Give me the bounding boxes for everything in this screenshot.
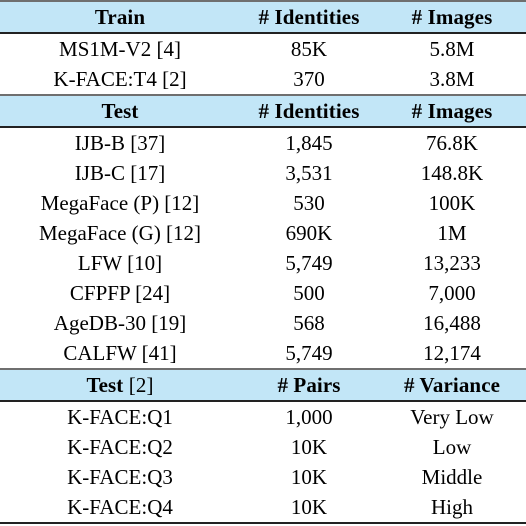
dataset-variance: Middle bbox=[378, 462, 526, 492]
section-header-test-col1: Test bbox=[0, 94, 240, 128]
dataset-name: K-FACE:Q1 bbox=[0, 401, 240, 432]
table-row: MegaFace (P) [12] 530 100K bbox=[0, 188, 526, 218]
section-header-test-pairs-col2: # Pairs bbox=[240, 368, 378, 402]
dataset-pairs: 10K bbox=[240, 492, 378, 523]
table-body: Train # Identities # Images MS1M-V2 [4] … bbox=[0, 0, 526, 525]
dataset-images: 100K bbox=[378, 188, 526, 218]
dataset-variance: Low bbox=[378, 432, 526, 462]
table-row: K-FACE:Q1 1,000 Very Low bbox=[0, 401, 526, 432]
table-bottom-rule bbox=[0, 522, 526, 525]
dataset-name: IJB-C [17] bbox=[0, 158, 240, 188]
dataset-name: MS1M-V2 [4] bbox=[0, 33, 240, 64]
table-row: IJB-C [17] 3,531 148.8K bbox=[0, 158, 526, 188]
dataset-identities: 5,749 bbox=[240, 338, 378, 369]
dataset-name: K-FACE:T4 [2] bbox=[0, 64, 240, 95]
section-header-test-col3: # Images bbox=[378, 94, 526, 128]
dataset-name: CFPFP [24] bbox=[0, 278, 240, 308]
dataset-images: 5.8M bbox=[378, 33, 526, 64]
dataset-name: MegaFace (P) [12] bbox=[0, 188, 240, 218]
dataset-identities: 85K bbox=[240, 33, 378, 64]
dataset-images: 12,174 bbox=[378, 338, 526, 369]
dataset-identities: 690K bbox=[240, 218, 378, 248]
dataset-identities: 1,845 bbox=[240, 127, 378, 158]
dataset-images: 1M bbox=[378, 218, 526, 248]
dataset-identities: 568 bbox=[240, 308, 378, 338]
dataset-pairs: 10K bbox=[240, 432, 378, 462]
dataset-name: K-FACE:Q2 bbox=[0, 432, 240, 462]
dataset-images: 76.8K bbox=[378, 127, 526, 158]
table-row: LFW [10] 5,749 13,233 bbox=[0, 248, 526, 278]
dataset-pairs: 1,000 bbox=[240, 401, 378, 432]
section-header-test-pairs-col3: # Variance bbox=[378, 368, 526, 402]
table-row: CALFW [41] 5,749 12,174 bbox=[0, 338, 526, 369]
dataset-images: 7,000 bbox=[378, 278, 526, 308]
dataset-identities: 370 bbox=[240, 64, 378, 95]
dataset-identities: 500 bbox=[240, 278, 378, 308]
dataset-variance: Very Low bbox=[378, 401, 526, 432]
dataset-pairs: 10K bbox=[240, 462, 378, 492]
section-header-test-col2: # Identities bbox=[240, 94, 378, 128]
table-row: K-FACE:T4 [2] 370 3.8M bbox=[0, 64, 526, 95]
dataset-images: 13,233 bbox=[378, 248, 526, 278]
table-row: IJB-B [37] 1,845 76.8K bbox=[0, 127, 526, 158]
dataset-images: 3.8M bbox=[378, 64, 526, 95]
section-header-train-col1: Train bbox=[0, 0, 240, 34]
section-header-test-pairs: Test [2] # Pairs # Variance bbox=[0, 368, 526, 402]
dataset-variance: High bbox=[378, 492, 526, 523]
table-row: MS1M-V2 [4] 85K 5.8M bbox=[0, 33, 526, 64]
dataset-identities: 5,749 bbox=[240, 248, 378, 278]
section-header-test: Test # Identities # Images bbox=[0, 94, 526, 128]
dataset-summary-table-container: Train # Identities # Images MS1M-V2 [4] … bbox=[0, 0, 526, 526]
section-header-train-col3: # Images bbox=[378, 0, 526, 34]
dataset-name: CALFW [41] bbox=[0, 338, 240, 369]
table-row: AgeDB-30 [19] 568 16,488 bbox=[0, 308, 526, 338]
dataset-name: MegaFace (G) [12] bbox=[0, 218, 240, 248]
dataset-name: K-FACE:Q3 bbox=[0, 462, 240, 492]
section-header-test-pairs-col1-main: Test bbox=[86, 373, 124, 397]
table-row: CFPFP [24] 500 7,000 bbox=[0, 278, 526, 308]
section-header-train-col2: # Identities bbox=[240, 0, 378, 34]
dataset-name: AgeDB-30 [19] bbox=[0, 308, 240, 338]
section-header-train: Train # Identities # Images bbox=[0, 0, 526, 34]
section-header-test-pairs-col1-ref: [2] bbox=[123, 373, 154, 397]
table-row: MegaFace (G) [12] 690K 1M bbox=[0, 218, 526, 248]
dataset-summary-table: Train # Identities # Images MS1M-V2 [4] … bbox=[0, 0, 526, 525]
dataset-name: K-FACE:Q4 bbox=[0, 492, 240, 523]
dataset-name: IJB-B [37] bbox=[0, 127, 240, 158]
dataset-name: LFW [10] bbox=[0, 248, 240, 278]
dataset-identities: 3,531 bbox=[240, 158, 378, 188]
table-row: K-FACE:Q3 10K Middle bbox=[0, 462, 526, 492]
dataset-images: 16,488 bbox=[378, 308, 526, 338]
dataset-images: 148.8K bbox=[378, 158, 526, 188]
section-header-test-pairs-col1: Test [2] bbox=[0, 368, 240, 402]
dataset-identities: 530 bbox=[240, 188, 378, 218]
table-row: K-FACE:Q4 10K High bbox=[0, 492, 526, 523]
table-row: K-FACE:Q2 10K Low bbox=[0, 432, 526, 462]
